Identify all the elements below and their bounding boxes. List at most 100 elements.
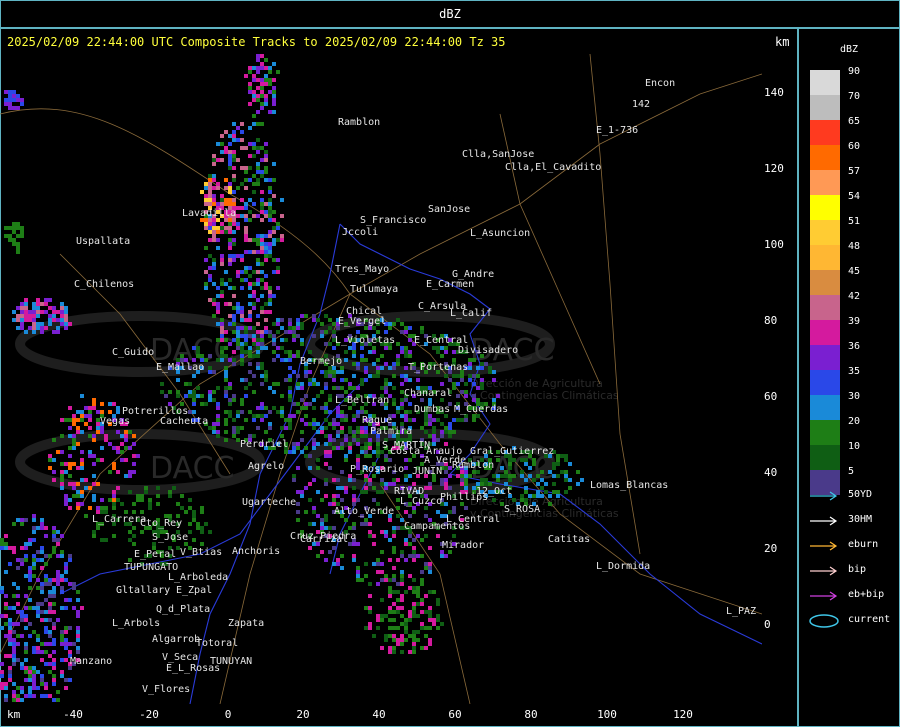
legend-level-label: 51	[848, 216, 861, 227]
town-label: Vegas	[100, 416, 130, 427]
y-tick-label: 140	[764, 86, 784, 99]
legend-level-label: 60	[848, 141, 861, 152]
window-title: dBZ	[439, 7, 461, 21]
legend-level-label: 48	[848, 241, 861, 252]
town-label: E_Zpal	[176, 585, 212, 596]
legend-level-label: 35	[848, 366, 861, 377]
track-symbol	[810, 591, 838, 601]
x-axis-unit: km	[7, 708, 21, 721]
town-label: Tres_Mayo	[335, 264, 389, 275]
legend-swatch	[810, 95, 840, 120]
town-label: T_Portenas	[408, 362, 468, 373]
town-label: L_Asuncion	[470, 228, 530, 239]
town-label: V_Seca	[162, 652, 198, 663]
y-tick-label: 0	[764, 618, 771, 631]
town-label: L_Cuzco	[400, 496, 442, 507]
town-label: E_Mallao	[156, 362, 204, 373]
town-label: Lavadilla	[182, 208, 236, 219]
x-tick-label: 0	[224, 708, 232, 721]
town-label: M_Cuerdas	[454, 404, 508, 415]
town-label: Ugarteche	[242, 497, 296, 508]
track-label: 50YD	[848, 489, 873, 500]
town-label: L_Dormida	[596, 561, 650, 572]
legend-level-label: 90	[848, 66, 861, 77]
y-tick-label: 80	[764, 314, 778, 327]
legend-level-label: 45	[848, 266, 861, 277]
town-label: Uspallata	[76, 236, 130, 247]
town-label: E_Peral	[134, 549, 176, 560]
town-label: E_Carmen	[426, 279, 474, 290]
radar-map-svg: DACC DACCDACC DACCDirección de Agricultura…	[0, 54, 762, 704]
legend-level-label: 10	[848, 441, 861, 452]
town-label: Gltallary	[116, 585, 170, 596]
y-tick-label: 40	[764, 466, 778, 479]
town-label: L_Arbols	[112, 618, 160, 629]
window-titlebar: dBZ	[0, 0, 900, 28]
legend-swatch	[810, 445, 840, 470]
town-label: Anchoris	[232, 546, 280, 557]
town-label: Ramblon	[452, 460, 494, 471]
town-label: Dumbas	[414, 404, 450, 415]
track-symbol	[810, 491, 838, 501]
town-label: 142	[632, 99, 650, 110]
town-label: Catitas	[548, 534, 590, 545]
town-label: S_Francisco	[360, 215, 426, 226]
legend-swatch	[810, 170, 840, 195]
town-label: Totoral	[196, 638, 238, 649]
town-label: Cto_Rey	[140, 518, 182, 529]
x-tick-label: 60	[448, 708, 462, 721]
legend-swatch	[810, 245, 840, 270]
legend-level-label: 65	[848, 116, 861, 127]
town-label: TUNUYAN	[210, 656, 252, 667]
town-label: Cacheuta	[160, 416, 208, 427]
track-label: eburn	[848, 539, 879, 550]
legend-level-label: 36	[848, 341, 861, 352]
x-tick-label: 100	[597, 708, 617, 721]
y-tick-label: 20	[764, 542, 778, 555]
town-label: Q_d_Plata	[156, 604, 210, 615]
track-label: bip	[848, 564, 867, 575]
y-tick-label: 120	[764, 162, 784, 175]
legend-level-label: 20	[848, 416, 861, 427]
town-label: Gral_Gutierrez	[470, 446, 554, 457]
legend-swatch	[810, 70, 840, 95]
town-label: S_Jose	[152, 532, 188, 543]
town-label: L_Carrera	[92, 514, 146, 525]
town-label: Manzano	[70, 656, 112, 667]
radar-map[interactable]: DACC DACC DACC DACC Dirección de Agricultura…	[0, 54, 762, 704]
town-label: E_1-736	[596, 125, 638, 136]
town-label: C_Guido	[112, 347, 154, 358]
track-label: current	[848, 614, 891, 625]
y-axis-unit: km	[775, 35, 790, 49]
legend-swatch	[810, 395, 840, 420]
town-label: Agrelo	[248, 461, 284, 472]
legend-level-label: 57	[848, 166, 861, 177]
town-label: Tulumaya	[350, 284, 398, 295]
town-label: V_Flores	[142, 684, 190, 695]
town-label: Carrizal	[300, 534, 348, 545]
town-label: Chanaral	[404, 388, 452, 399]
track-label: 30HM	[848, 514, 873, 525]
track-symbol	[810, 566, 838, 576]
legend-swatch	[810, 370, 840, 395]
y-tick-label: 100	[764, 238, 784, 251]
x-tick-label: 40	[372, 708, 386, 721]
y-tick-label: 60	[764, 390, 778, 403]
watermark-text: DACC	[150, 451, 234, 486]
town-label: L_PAZ	[726, 606, 756, 617]
legend-swatch	[810, 345, 840, 370]
track-label: eb+bip	[848, 589, 885, 600]
x-tick-label: -40	[63, 708, 83, 721]
legend-swatch	[810, 295, 840, 320]
legend-swatch	[810, 120, 840, 145]
town-label: Lomas_Blancas	[590, 480, 668, 491]
track-symbol	[810, 516, 838, 526]
road-layer	[0, 54, 762, 704]
legend-swatch	[810, 220, 840, 245]
town-label: L_Central	[446, 514, 500, 525]
town-label: 12_Oct	[476, 486, 512, 497]
town-label: Ramblon	[338, 117, 380, 128]
legend-swatch	[810, 270, 840, 295]
x-tick-label: -20	[139, 708, 159, 721]
town-label: L_Arboleda	[168, 572, 228, 583]
